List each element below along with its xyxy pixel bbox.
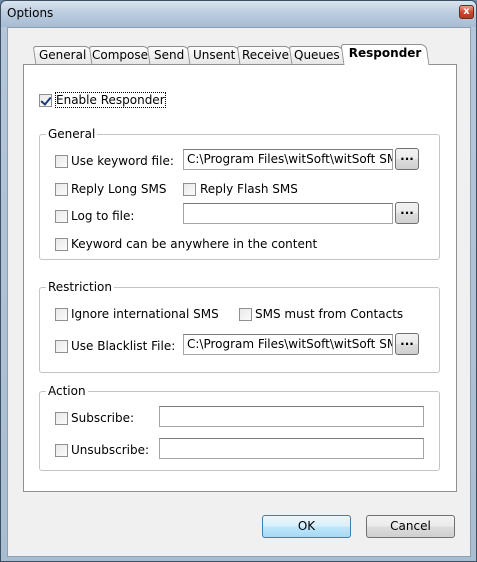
tab-receive[interactable]: Receive (236, 46, 294, 64)
window-title: Options (7, 6, 54, 20)
log-file-browse-button[interactable]: ... (395, 202, 419, 224)
unsubscribe-label[interactable]: Unsubscribe: (71, 443, 149, 457)
use-blacklist-label[interactable]: Use Blacklist File: (71, 339, 175, 353)
tab-compose[interactable]: Compose (88, 46, 152, 64)
close-icon: x (463, 6, 470, 17)
tab-unsent[interactable]: Unsent (186, 46, 242, 64)
general-group-title: General (46, 127, 98, 141)
ok-button[interactable]: OK (262, 515, 351, 538)
tab-responder[interactable]: Responder (340, 44, 430, 65)
unsubscribe-field[interactable] (159, 438, 424, 459)
keyword-anywhere-label[interactable]: Keyword can be anywhere in the content (71, 237, 317, 251)
reply-long-sms-label[interactable]: Reply Long SMS (71, 182, 167, 196)
responder-panel: Enable Responder General Use keyword fil… (23, 64, 457, 492)
keyword-file-field[interactable]: C:\Program Files\witSoft\witSoft SMS (183, 149, 393, 170)
enable-responder-label[interactable]: Enable Responder (55, 92, 166, 108)
log-file-field[interactable] (183, 203, 393, 224)
log-to-file-checkbox[interactable] (55, 210, 68, 223)
reply-flash-sms-label[interactable]: Reply Flash SMS (200, 182, 298, 196)
subscribe-checkbox[interactable] (55, 412, 68, 425)
must-from-contacts-checkbox[interactable] (239, 308, 252, 321)
options-window: Options x General Compose Send Unsent Re… (0, 0, 477, 562)
ignore-international-checkbox[interactable] (55, 308, 68, 321)
dialog-client: General Compose Send Unsent Receive Queu… (7, 27, 471, 557)
must-from-contacts-label[interactable]: SMS must from Contacts (255, 307, 403, 321)
restriction-group: Restriction Ignore international SMS SMS… (39, 280, 440, 373)
reply-flash-sms-checkbox[interactable] (183, 183, 196, 196)
action-group-title: Action (46, 384, 88, 398)
tab-queues[interactable]: Queues (288, 46, 346, 64)
use-keyword-file-label[interactable]: Use keyword file: (71, 154, 174, 168)
subscribe-field[interactable] (159, 406, 424, 427)
ignore-international-label[interactable]: Ignore international SMS (71, 307, 219, 321)
keyword-file-browse-button[interactable]: ... (395, 148, 419, 170)
tab-general[interactable]: General (32, 46, 94, 64)
cancel-button[interactable]: Cancel (366, 515, 455, 538)
subscribe-label[interactable]: Subscribe: (71, 411, 134, 425)
enable-responder-checkbox[interactable] (39, 94, 52, 107)
title-bar[interactable]: Options x (1, 1, 476, 27)
general-group: General Use keyword file: C:\Program Fil… (39, 127, 440, 260)
log-to-file-label[interactable]: Log to file: (71, 209, 134, 223)
action-group: Action Subscribe: Unsubscribe: (39, 384, 440, 471)
use-blacklist-checkbox[interactable] (55, 340, 68, 353)
tab-send[interactable]: Send (146, 46, 192, 64)
blacklist-file-field[interactable]: C:\Program Files\witSoft\witSoft SMS (183, 334, 393, 355)
close-button[interactable]: x (459, 5, 474, 19)
blacklist-file-browse-button[interactable]: ... (395, 333, 419, 355)
use-keyword-file-checkbox[interactable] (55, 155, 68, 168)
unsubscribe-checkbox[interactable] (55, 444, 68, 457)
reply-long-sms-checkbox[interactable] (55, 183, 68, 196)
keyword-anywhere-checkbox[interactable] (55, 238, 68, 251)
restriction-group-title: Restriction (46, 280, 114, 294)
